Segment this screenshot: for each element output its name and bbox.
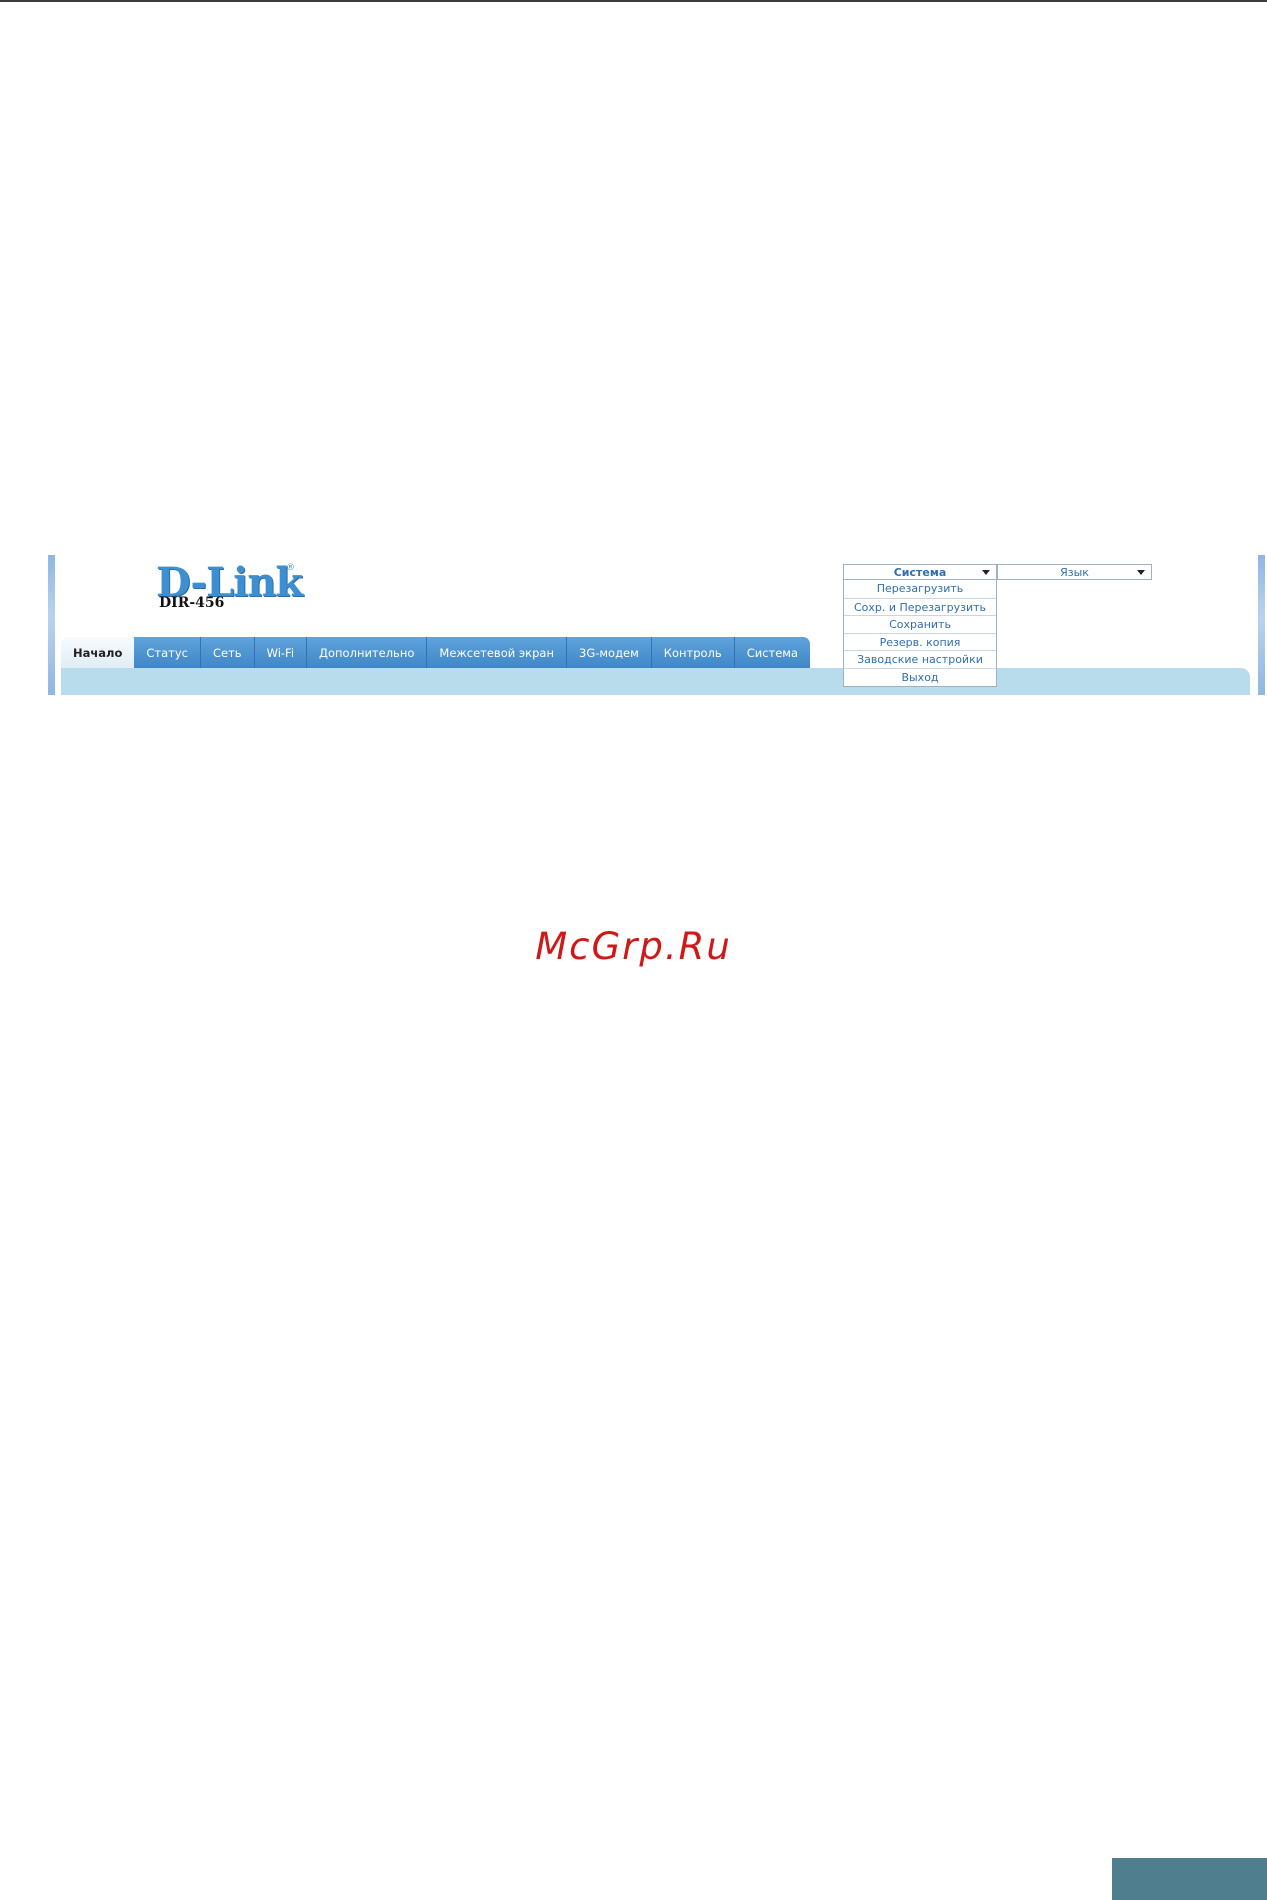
menu-item-reboot[interactable]: Перезагрузить: [844, 580, 996, 598]
tab-start[interactable]: Начало: [61, 637, 135, 669]
system-dropdown-label: Система: [893, 566, 947, 579]
content-area: [61, 668, 1250, 695]
model-name: DIR-456: [159, 595, 225, 611]
system-menu-list: Перезагрузить Сохр. и Перезагрузить Сохр…: [843, 580, 997, 687]
tab-3g-modem[interactable]: 3G-модем: [567, 637, 652, 669]
menu-item-factory-reset[interactable]: Заводские настройки: [844, 650, 996, 668]
top-rule: [0, 0, 1267, 2]
router-web-interface: D-Link ® DIR-456 Начало Статус Сеть Wi-F…: [48, 555, 1265, 695]
system-dropdown[interactable]: Система: [843, 564, 997, 580]
tab-control[interactable]: Контроль: [651, 637, 735, 669]
tab-advanced[interactable]: Дополнительно: [307, 637, 428, 669]
language-dropdown[interactable]: Язык: [997, 564, 1152, 580]
menu-item-save[interactable]: Сохранить: [844, 615, 996, 633]
language-dropdown-label: Язык: [1060, 566, 1089, 579]
tab-status[interactable]: Статус: [134, 637, 201, 669]
chevron-down-icon: [982, 570, 990, 575]
tab-system[interactable]: Система: [734, 637, 811, 669]
window-left-edge: [48, 555, 55, 695]
page-number-tab: [1112, 1858, 1267, 1900]
menu-item-backup[interactable]: Резерв. копия: [844, 632, 996, 651]
tab-firewall[interactable]: Межсетевой экран: [427, 637, 567, 669]
window-right-edge: [1258, 555, 1265, 695]
tab-wifi[interactable]: Wi-Fi: [254, 637, 308, 669]
menu-item-save-and-reboot[interactable]: Сохр. и Перезагрузить: [844, 597, 996, 616]
menu-item-logout[interactable]: Выход: [844, 667, 996, 686]
main-tabs: Начало Статус Сеть Wi-Fi Дополнительно М…: [61, 637, 811, 669]
tab-network[interactable]: Сеть: [200, 637, 255, 669]
chevron-down-icon: [1137, 570, 1145, 575]
logo-registered-mark: ®: [286, 563, 295, 573]
watermark: McGrp.Ru: [535, 925, 732, 968]
